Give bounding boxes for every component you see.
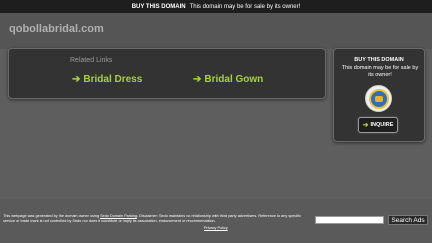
right-arrow-icon: ➔ [362,122,369,129]
domain-sale-panel: BUY THIS DOMAIN This domain may be for s… [333,48,425,142]
disclaimer-part: This webpage was generated by the domain… [3,214,101,218]
domain-title: qobollabridal.com [9,23,104,35]
buy-domain-link[interactable]: BUY THIS DOMAIN [132,4,186,10]
privacy-policy-link[interactable]: Privacy Policy [204,226,228,230]
sale-message: This domain may be for sale by its owner… [189,3,301,10]
search-input[interactable] [315,216,384,224]
sale-panel-text: This domain may be for sale by its owner… [341,65,419,78]
related-link-label: Bridal Dress [83,74,143,85]
right-arrow-icon: ➔ [193,74,202,85]
related-link-label: Bridal Gown [204,74,264,85]
sale-panel-title: BUY THIS DOMAIN [354,57,404,63]
disclaimer-text: This webpage was generated by the domain… [3,214,308,224]
header: qobollabridal.com [0,13,432,49]
related-link-bridal-gown[interactable]: ➔ Bridal Gown [193,74,263,85]
sedo-parking-link[interactable]: Sedo Domain Parking [100,214,137,218]
top-bar: BUY THIS DOMAIN This domain may be for s… [0,0,432,13]
related-links-panel: Related Links ➔ Bridal Dress ➔ Bridal Go… [8,48,326,99]
related-link-bridal-dress[interactable]: ➔ Bridal Dress [72,74,142,85]
footer: This webpage was generated by the domain… [0,199,432,243]
related-links-heading: Related Links [70,57,113,64]
search-ads-button[interactable]: Search Ads [388,215,428,225]
right-arrow-icon: ➔ [72,74,81,85]
inquire-button[interactable]: ➔ INQUIRE [358,117,398,133]
inquire-label: INQUIRE [370,122,394,128]
domain-seal-icon [365,85,392,112]
